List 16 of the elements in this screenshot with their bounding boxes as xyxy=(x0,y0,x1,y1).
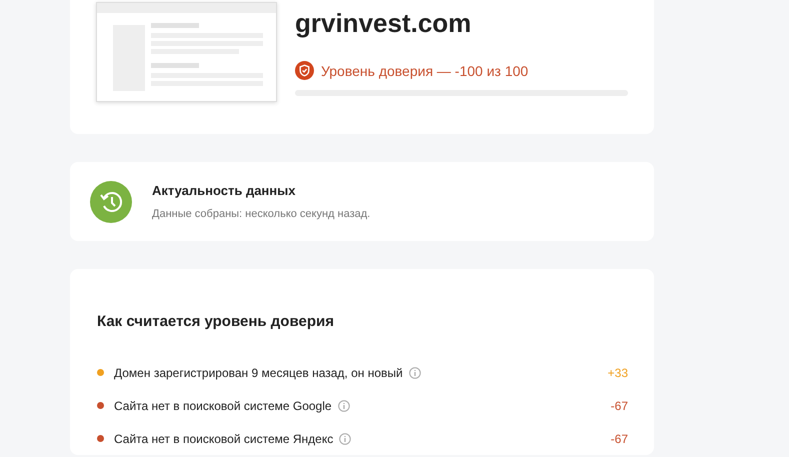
factor-text: Домен зарегистрирован 9 месяцев назад, он новый xyxy=(114,366,403,380)
factor-score: +33 xyxy=(608,366,628,380)
info-icon[interactable] xyxy=(408,366,421,378)
info-icon[interactable] xyxy=(338,400,350,412)
factor-text: Сайта нет в поисковой системе Яндекс xyxy=(114,432,334,446)
site-domain: grvinvest.com xyxy=(295,8,472,39)
freshness-title: Актуальность данных xyxy=(152,183,296,198)
info-icon[interactable] xyxy=(339,432,352,444)
breakdown-title: Как считается уровень доверия xyxy=(97,313,335,330)
factor-text: Сайта нет в поисковой системе Google xyxy=(114,398,332,412)
shield-icon xyxy=(295,61,314,80)
clock-refresh-icon xyxy=(90,180,132,222)
factor-score: -67 xyxy=(610,432,628,446)
factor-score: -67 xyxy=(610,398,628,412)
freshness-subtitle: Данные собраны: несколько секунд назад. xyxy=(152,208,370,220)
trust-level-text: Уровень доверия — -100 из 100 xyxy=(321,62,528,78)
